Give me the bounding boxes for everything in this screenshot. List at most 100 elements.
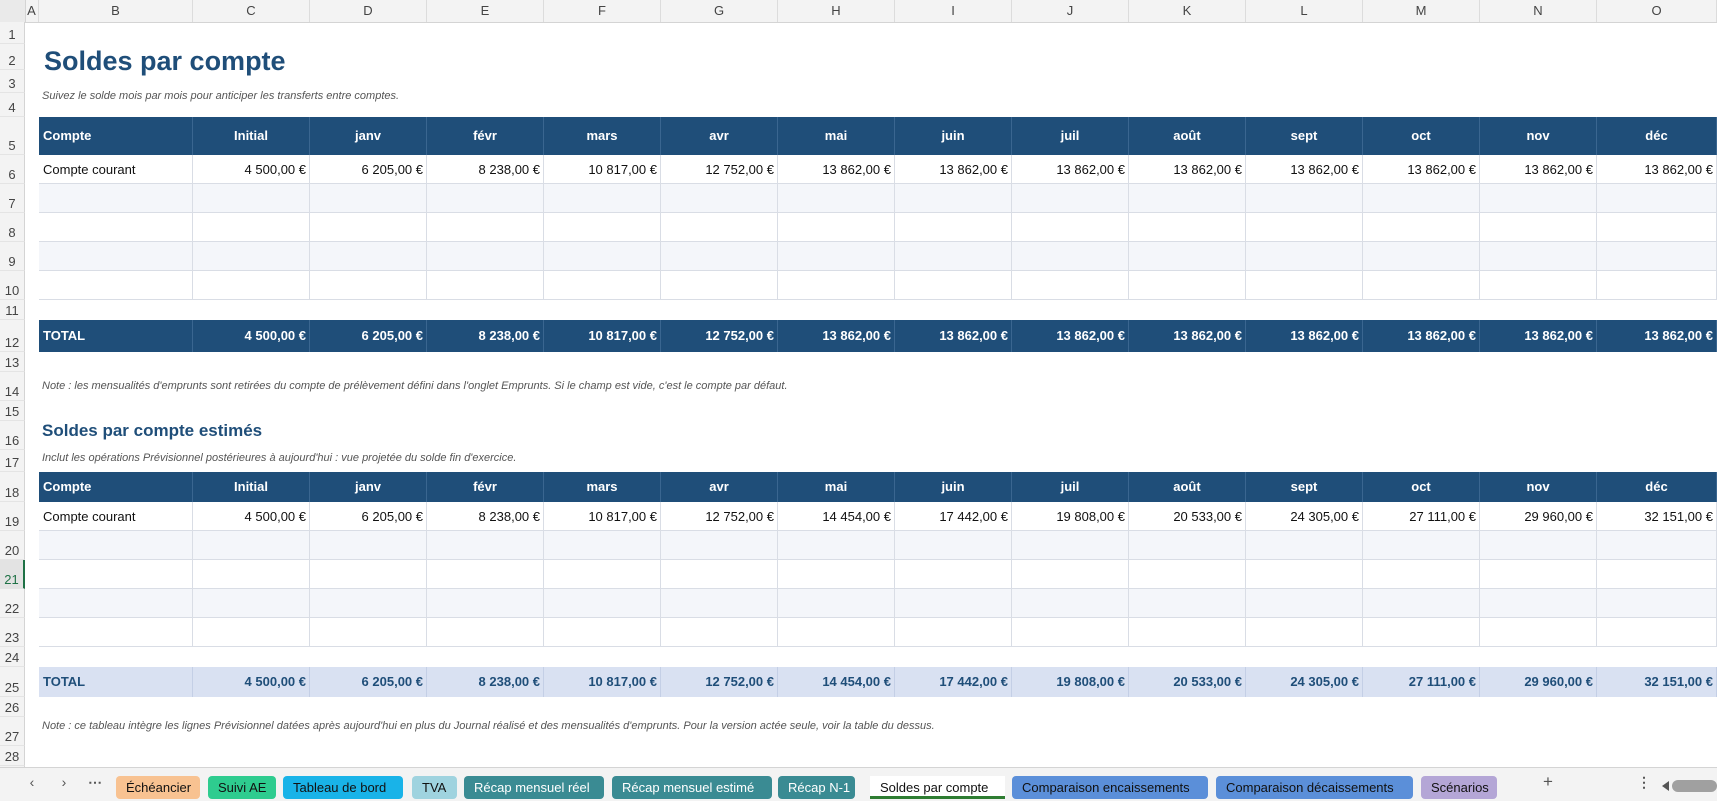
table1-cell[interactable] (544, 213, 661, 242)
table2-cell[interactable] (895, 531, 1012, 560)
table2-cell[interactable] (1363, 560, 1480, 589)
row-header-19[interactable]: 19 (0, 502, 25, 531)
sheet-options-icon[interactable]: ⋮ (1634, 774, 1654, 791)
table1-header-cell[interactable]: déc (1597, 117, 1717, 155)
column-header-m[interactable]: M (1363, 0, 1480, 22)
table1-total-cell[interactable]: 13 862,00 € (1012, 320, 1129, 352)
row-header-2[interactable]: 2 (0, 44, 25, 70)
table2-cell[interactable]: 4 500,00 € (193, 502, 310, 531)
table1-cell[interactable]: 10 817,00 € (544, 155, 661, 184)
sheet-tab-8[interactable]: Soldes par compte (870, 776, 1005, 799)
table2-cell[interactable]: 14 454,00 € (778, 502, 895, 531)
table2-header-cell[interactable]: Compte (39, 472, 193, 502)
table1-cell[interactable] (1012, 184, 1129, 213)
table1-header-cell[interactable]: nov (1480, 117, 1597, 155)
table1-total-cell[interactable]: 13 862,00 € (778, 320, 895, 352)
table1-total-cell[interactable]: 13 862,00 € (1597, 320, 1717, 352)
table1-cell[interactable] (661, 213, 778, 242)
table2-cell[interactable] (1363, 618, 1480, 647)
table1-cell[interactable] (544, 242, 661, 271)
table1-cell[interactable] (39, 213, 193, 242)
sheet-tab-6[interactable]: Récap mensuel estimé (612, 776, 772, 799)
table2-cell[interactable] (1012, 560, 1129, 589)
row-header-3[interactable]: 3 (0, 70, 25, 93)
table2-cell[interactable] (661, 560, 778, 589)
table2-cell[interactable] (310, 589, 427, 618)
table1-header-cell[interactable]: Compte (39, 117, 193, 155)
table2-cell[interactable] (661, 618, 778, 647)
table1-cell[interactable] (1597, 271, 1717, 300)
row-header-1[interactable]: 1 (0, 22, 25, 44)
column-header-f[interactable]: F (544, 0, 661, 22)
column-header-o[interactable]: O (1597, 0, 1717, 22)
table2-cell[interactable]: 6 205,00 € (310, 502, 427, 531)
table1-cell[interactable] (427, 271, 544, 300)
column-header-e[interactable]: E (427, 0, 544, 22)
table2-total-cell[interactable]: 20 533,00 € (1129, 667, 1246, 697)
row-header-10[interactable]: 10 (0, 271, 25, 300)
table2-cell[interactable]: 24 305,00 € (1246, 502, 1363, 531)
table1-cell[interactable] (1246, 213, 1363, 242)
table1-cell[interactable] (1012, 271, 1129, 300)
table1-cell[interactable] (661, 242, 778, 271)
table1-total-cell[interactable]: 13 862,00 € (1246, 320, 1363, 352)
row-header-20[interactable]: 20 (0, 531, 25, 560)
column-header-d[interactable]: D (310, 0, 427, 22)
table2-cell[interactable] (1246, 560, 1363, 589)
table1-cell[interactable] (1363, 242, 1480, 271)
row-header-8[interactable]: 8 (0, 213, 25, 242)
table2-cell[interactable] (1597, 589, 1717, 618)
table2-header-cell[interactable]: nov (1480, 472, 1597, 502)
table2-total-cell[interactable]: 10 817,00 € (544, 667, 661, 697)
table2-cell[interactable] (544, 618, 661, 647)
row-header-23[interactable]: 23 (0, 618, 25, 647)
table1-cell[interactable] (193, 213, 310, 242)
table2-total-cell[interactable]: 27 111,00 € (1363, 667, 1480, 697)
table2-cell[interactable] (544, 560, 661, 589)
table1-cell[interactable] (544, 184, 661, 213)
table2-cell[interactable] (1246, 589, 1363, 618)
table2-header-cell[interactable]: mars (544, 472, 661, 502)
table2-cell[interactable]: 29 960,00 € (1480, 502, 1597, 531)
table2-cell[interactable] (427, 560, 544, 589)
table1-cell[interactable]: 13 862,00 € (1480, 155, 1597, 184)
table2-cell[interactable] (544, 531, 661, 560)
table1-cell[interactable] (895, 242, 1012, 271)
table1-total-cell[interactable]: 13 862,00 € (895, 320, 1012, 352)
table1-header-cell[interactable]: mars (544, 117, 661, 155)
table1-header-cell[interactable]: sept (1246, 117, 1363, 155)
sheet-tab-5[interactable]: Récap mensuel réel (464, 776, 604, 799)
table1-cell[interactable] (778, 271, 895, 300)
table2-cell[interactable] (310, 618, 427, 647)
table2-cell[interactable]: 32 151,00 € (1597, 502, 1717, 531)
column-header-h[interactable]: H (778, 0, 895, 22)
tab-more-icon[interactable]: ⋯ (85, 774, 105, 791)
row-header-17[interactable]: 17 (0, 450, 25, 472)
table1-cell[interactable] (1246, 271, 1363, 300)
table1-header-cell[interactable]: avr (661, 117, 778, 155)
row-header-25[interactable]: 25 (0, 667, 25, 697)
table1-header-cell[interactable]: août (1129, 117, 1246, 155)
table2-cell[interactable]: 20 533,00 € (1129, 502, 1246, 531)
table1-cell[interactable] (778, 213, 895, 242)
table2-cell[interactable] (778, 589, 895, 618)
table2-cell[interactable]: 10 817,00 € (544, 502, 661, 531)
table2-cell[interactable] (193, 618, 310, 647)
table1-cell[interactable]: 12 752,00 € (661, 155, 778, 184)
table1-cell[interactable] (1363, 184, 1480, 213)
horizontal-scrollbar[interactable] (1672, 780, 1717, 792)
table2-header-cell[interactable]: sept (1246, 472, 1363, 502)
table2-cell[interactable] (895, 589, 1012, 618)
table2-header-cell[interactable]: janv (310, 472, 427, 502)
row-header-26[interactable]: 26 (0, 697, 25, 717)
table2-cell[interactable] (1012, 618, 1129, 647)
table2-header-cell[interactable]: Initial (193, 472, 310, 502)
table2-total-cell[interactable]: 24 305,00 € (1246, 667, 1363, 697)
sheet-tab-11[interactable]: Scénarios (1421, 776, 1497, 799)
table2-header-cell[interactable]: mai (778, 472, 895, 502)
table2-cell[interactable]: 27 111,00 € (1363, 502, 1480, 531)
table2-cell[interactable] (1480, 618, 1597, 647)
column-header-n[interactable]: N (1480, 0, 1597, 22)
row-header-21[interactable]: 21 (0, 560, 25, 589)
table2-cell[interactable] (427, 531, 544, 560)
